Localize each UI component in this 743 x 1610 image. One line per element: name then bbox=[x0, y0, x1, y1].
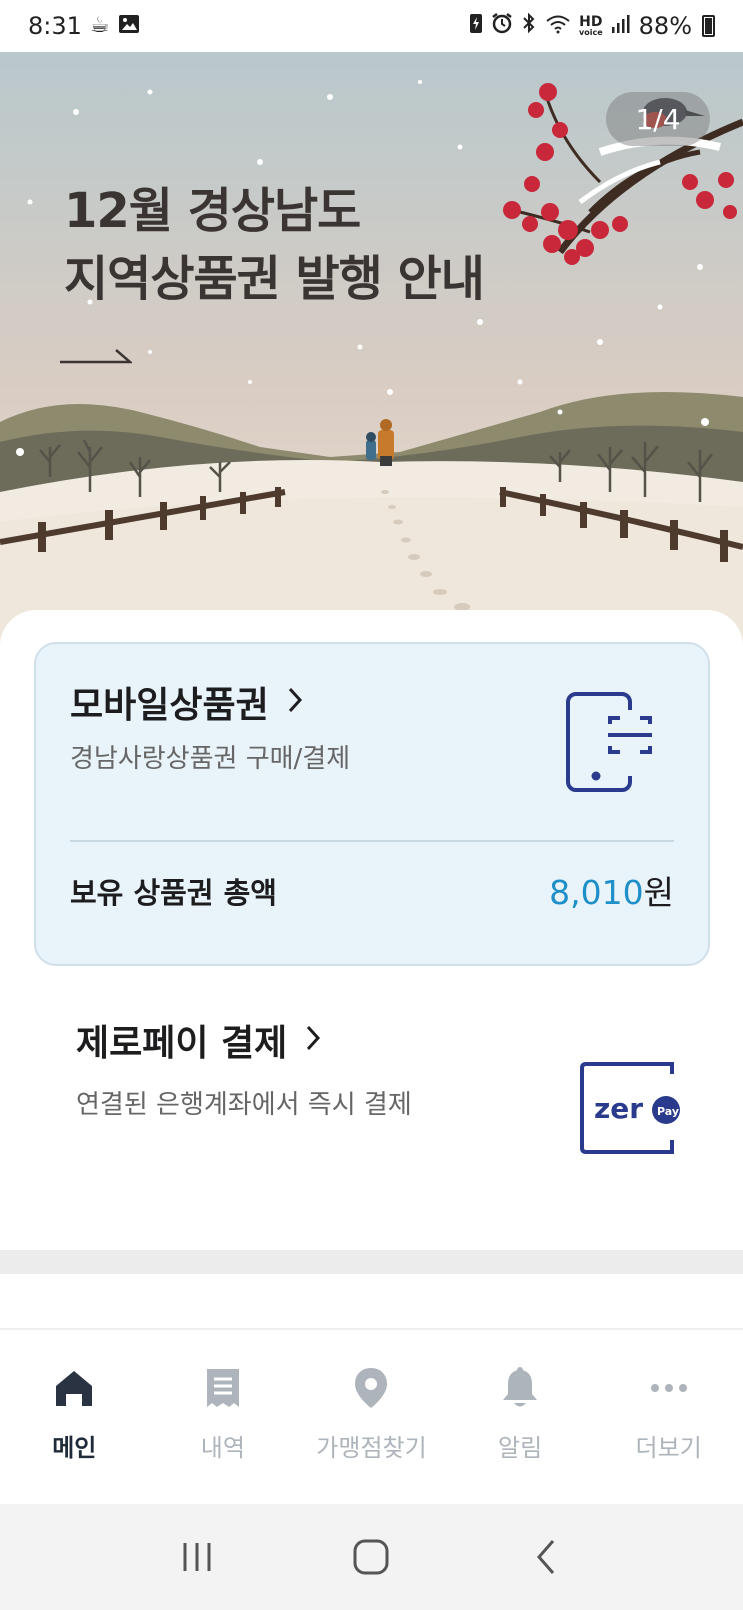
nav-item-more[interactable]: 더보기 bbox=[594, 1330, 743, 1504]
home-button[interactable] bbox=[341, 1527, 401, 1587]
mobile-voucher-title[interactable]: 모바일상품권 bbox=[70, 676, 303, 728]
bottom-navigation: 메인 내역 가맹점찾기 알림 더보기 bbox=[0, 1328, 743, 1504]
bluetooth-icon bbox=[521, 12, 537, 40]
zeropay-section[interactable]: 제로페이 결제 연결된 은행계좌에서 즉시 결제 bbox=[76, 1014, 412, 1121]
wifi-icon bbox=[545, 12, 571, 40]
more-icon bbox=[650, 1384, 687, 1392]
nav-item-history[interactable]: 내역 bbox=[149, 1330, 298, 1504]
back-button[interactable] bbox=[516, 1527, 576, 1587]
receipt-icon bbox=[206, 1369, 239, 1407]
bell-icon bbox=[503, 1367, 538, 1407]
nav-item-store-finder[interactable]: 가맹점찾기 bbox=[297, 1330, 446, 1504]
promo-banner[interactable]: 12월 경상남도 지역상품권 발행 안내 1/4 bbox=[0, 52, 743, 652]
balance-label: 보유 상품권 총액 bbox=[70, 876, 277, 910]
mobile-voucher-card[interactable]: 모바일상품권 경남사랑상품권 구매/결제 보유 상품권 총액 8,010원 bbox=[34, 642, 710, 966]
phone-scan-icon[interactable] bbox=[564, 690, 664, 796]
zeropay-subtitle: 연결된 은행계좌에서 즉시 결제 bbox=[76, 1090, 412, 1120]
svg-text:Pay: Pay bbox=[657, 1105, 679, 1118]
main-sheet: 모바일상품권 경남사랑상품권 구매/결제 보유 상품권 총액 8,010원 제로… bbox=[0, 610, 743, 1250]
svg-text:zer: zer bbox=[594, 1092, 643, 1125]
zeropay-title[interactable]: 제로페이 결제 bbox=[76, 1014, 412, 1066]
nav-item-main[interactable]: 메인 bbox=[0, 1330, 149, 1504]
hd-voice-icon: HD voice bbox=[579, 14, 603, 37]
home-icon bbox=[56, 1371, 93, 1406]
balance-amount: 8,010원 bbox=[549, 873, 674, 912]
banner-title: 12월 경상남도 지역상품권 발행 안내 bbox=[64, 183, 485, 307]
location-pin-icon bbox=[355, 1368, 388, 1408]
chevron-right-icon bbox=[305, 1020, 321, 1061]
coffee-icon: ☕ bbox=[89, 13, 110, 38]
mobile-voucher-subtitle: 경남사랑상품권 구매/결제 bbox=[70, 744, 351, 774]
banner-page-indicator: 1/4 bbox=[606, 92, 710, 146]
gallery-icon bbox=[118, 12, 140, 40]
section-divider bbox=[0, 1250, 743, 1274]
signal-icon bbox=[611, 12, 631, 40]
zeropay-logo[interactable]: zer Pay bbox=[578, 1060, 682, 1156]
back-icon bbox=[536, 1540, 554, 1574]
system-navigation-bar bbox=[0, 1504, 743, 1610]
clock: 8:31 bbox=[28, 12, 82, 40]
recent-apps-icon bbox=[183, 1543, 211, 1571]
status-bar: 8:31 ☕ HD voice 88% bbox=[0, 0, 743, 52]
battery-saver-icon bbox=[469, 12, 483, 40]
alarm-icon bbox=[491, 12, 513, 40]
battery-icon bbox=[702, 15, 715, 37]
recent-apps-button[interactable] bbox=[167, 1527, 227, 1587]
home-circle-icon bbox=[353, 1539, 389, 1575]
battery-percent: 88% bbox=[638, 12, 692, 40]
arrow-right-icon bbox=[60, 349, 132, 364]
nav-item-notifications[interactable]: 알림 bbox=[446, 1330, 595, 1504]
chevron-right-icon bbox=[287, 682, 303, 723]
card-divider bbox=[70, 840, 674, 842]
